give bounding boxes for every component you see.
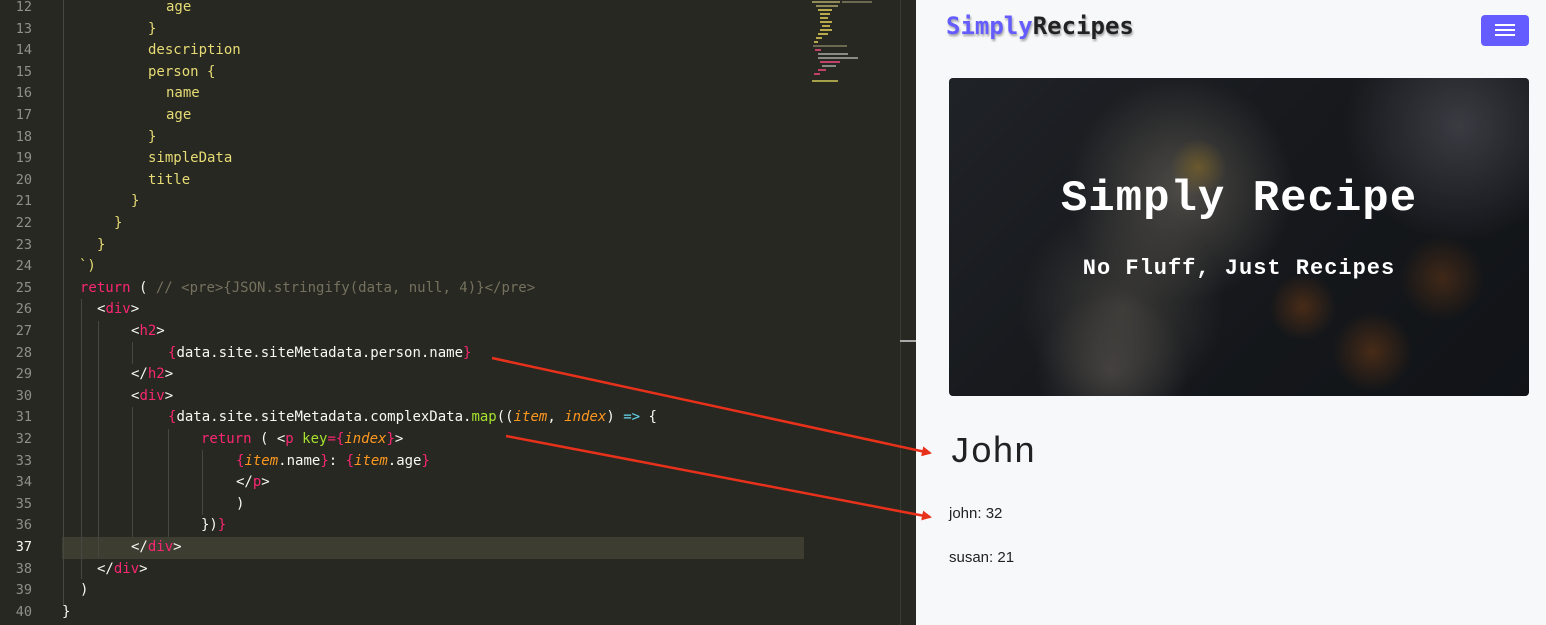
code-line-28: {data.site.siteMetadata.person.name} <box>168 344 472 361</box>
line-number: 27 <box>15 323 32 339</box>
line-number: 16 <box>15 85 32 102</box>
code-line-20: title <box>148 171 191 188</box>
code-line-18: } <box>148 128 157 145</box>
line-number: 18 <box>15 128 32 145</box>
hero-banner: Simply Recipe No Fluff, Just Recipes <box>949 78 1529 396</box>
code-line-22: } <box>114 215 123 231</box>
line-number: 32 <box>15 431 32 447</box>
line-number: 30 <box>15 387 32 404</box>
line-number: 20 <box>15 171 32 188</box>
hamburger-menu-icon <box>1495 24 1515 26</box>
line-number: 23 <box>15 236 32 253</box>
line-number: 35 <box>15 495 32 512</box>
code-line-24: `) <box>79 258 96 275</box>
hero-overlay <box>949 78 1529 396</box>
hamburger-menu-icon <box>1495 29 1515 31</box>
line-number-gutter: 12 13 14 15 16 17 18 19 20 21 22 23 24 2… <box>0 0 42 625</box>
line-number: 19 <box>15 150 32 167</box>
code-line-16: name <box>166 85 200 102</box>
code-line-35: ) <box>236 495 245 512</box>
code-line-34: </p> <box>236 474 270 491</box>
data-list-item: john: 32 <box>949 505 1003 522</box>
hamburger-menu-icon <box>1495 34 1515 36</box>
code-line-38: </div> <box>97 560 148 577</box>
line-number: 14 <box>15 42 32 59</box>
brand-logo[interactable]: SimplyRecipes <box>946 12 1134 40</box>
line-number: 17 <box>15 107 32 123</box>
code-line-32: return ( <p key={index}> <box>201 431 404 447</box>
code-line-37: </div> <box>131 539 182 555</box>
browser-preview: SimplyRecipes Simply Recipe No Fluff, Ju… <box>916 0 1546 625</box>
code-line-12: age <box>166 0 192 15</box>
line-number: 34 <box>15 474 32 491</box>
code-line-30: <div> <box>131 387 174 404</box>
line-number: 33 <box>15 452 32 469</box>
line-number: 25 <box>15 279 32 296</box>
line-number: 39 <box>15 582 32 599</box>
line-number: 28 <box>15 344 32 361</box>
code-editor[interactable]: 12 13 14 15 16 17 18 19 20 21 22 23 24 2… <box>0 0 916 625</box>
line-number: 36 <box>15 517 32 534</box>
code-line-27: <h2> <box>131 323 165 339</box>
line-number: 22 <box>15 215 32 231</box>
code-line-36: })} <box>201 517 227 534</box>
minimap[interactable] <box>810 0 902 90</box>
person-name-heading: John <box>949 432 1036 473</box>
line-number: 24 <box>15 258 32 275</box>
line-number: 29 <box>15 366 32 383</box>
hero-title: Simply Recipe <box>1060 174 1418 224</box>
code-line-21: } <box>131 193 140 210</box>
code-line-25: return ( // <pre>{JSON.stringify(data, n… <box>80 279 536 296</box>
line-number: 31 <box>15 409 32 426</box>
code-line-29: </h2> <box>131 366 174 383</box>
line-number: 26 <box>15 301 32 318</box>
code-line-23: } <box>97 236 106 253</box>
code-line-13: } <box>148 20 157 37</box>
code-line-17: age <box>166 107 192 123</box>
code-line-40: } <box>62 603 71 620</box>
line-number: 21 <box>15 193 32 210</box>
hamburger-menu-button[interactable] <box>1481 15 1529 46</box>
code-line-26: <div> <box>97 301 140 318</box>
scrollbar-thumb[interactable] <box>900 340 916 342</box>
line-number: 13 <box>15 20 32 37</box>
line-number: 38 <box>15 560 32 577</box>
editor-scrollbar[interactable] <box>900 0 916 625</box>
code-area[interactable]: age } description person { name age } si… <box>62 0 804 625</box>
line-number: 12 <box>15 0 32 15</box>
line-number-current: 37 <box>15 539 32 555</box>
code-line-31: {data.site.siteMetadata.complexData.map(… <box>168 409 657 426</box>
code-line-33: {item.name}: {item.age} <box>236 452 430 469</box>
code-line-19: simpleData <box>148 150 233 167</box>
code-line-39: ) <box>80 582 89 599</box>
data-list-item: susan: 21 <box>949 549 1015 566</box>
hero-subtitle: No Fluff, Just Recipes <box>1082 256 1396 281</box>
line-number: 40 <box>15 603 32 620</box>
code-line-15: person { <box>148 63 216 80</box>
code-line-14: description <box>148 42 241 59</box>
line-number: 15 <box>15 63 32 80</box>
